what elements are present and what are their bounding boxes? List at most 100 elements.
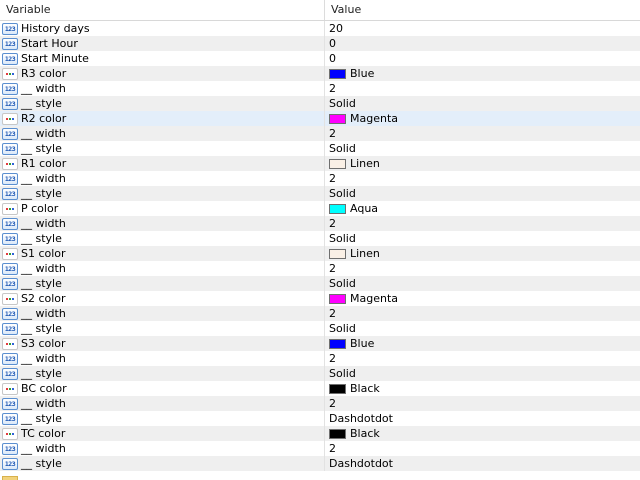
variable-cell: 123 __ width — [0, 351, 325, 366]
table-row[interactable]: S1 color Linen — [0, 246, 640, 261]
variable-name: R1 color — [21, 157, 67, 170]
variable-name: S1 color — [21, 247, 66, 260]
value-cell[interactable]: 2 — [325, 216, 640, 231]
value-text: Black — [350, 427, 380, 440]
table-row[interactable]: 123 __ style Solid — [0, 276, 640, 291]
numeric-param-icon: 123 — [2, 307, 18, 320]
table-row[interactable]: 123 __ width 2 — [0, 171, 640, 186]
variable-cell: S1 color — [0, 246, 325, 261]
value-cell[interactable]: Linen — [325, 156, 640, 171]
variable-cell: 123 __ width — [0, 261, 325, 276]
value-text: Dashdotdot — [329, 412, 393, 425]
variable-name: __ style — [21, 367, 62, 380]
variable-cell: 123 __ style — [0, 96, 325, 111]
value-text: Magenta — [350, 292, 399, 305]
table-row[interactable]: 123 History days 20 — [0, 21, 640, 36]
table-row[interactable]: BC color Black — [0, 381, 640, 396]
variable-name: __ width — [21, 442, 66, 455]
value-cell[interactable]: 0 — [325, 51, 640, 66]
value-cell[interactable]: Dashdotdot — [325, 411, 640, 426]
value-cell[interactable]: 2 — [325, 306, 640, 321]
value-cell[interactable]: 2 — [325, 81, 640, 96]
value-cell[interactable]: Solid — [325, 231, 640, 246]
color-swatch — [329, 203, 346, 214]
value-cell[interactable]: Blue — [325, 336, 640, 351]
value-cell[interactable]: 0 — [325, 36, 640, 51]
table-row[interactable]: R3 color Blue — [0, 66, 640, 81]
column-header-value[interactable]: Value — [325, 0, 640, 20]
table-row[interactable]: 123 __ style Solid — [0, 96, 640, 111]
value-cell[interactable]: Solid — [325, 96, 640, 111]
value-cell[interactable]: Black — [325, 426, 640, 441]
table-row[interactable]: 123 __ width 2 — [0, 441, 640, 456]
table-row[interactable]: R2 color Magenta — [0, 111, 640, 126]
table-row[interactable]: 123 __ width 2 — [0, 126, 640, 141]
value-cell[interactable]: Blue — [325, 66, 640, 81]
table-row[interactable]: R1 color Linen — [0, 156, 640, 171]
variable-cell: R2 color — [0, 111, 325, 126]
numeric-param-icon: 123 — [2, 397, 18, 410]
value-cell[interactable]: 2 — [325, 126, 640, 141]
value-cell[interactable]: Black — [325, 381, 640, 396]
grid-rows: 123 History days 20 123 Start Hour 0 123 Start … — [0, 21, 640, 471]
value-cell[interactable]: 2 — [325, 261, 640, 276]
variable-cell: 123 __ style — [0, 186, 325, 201]
value-cell[interactable]: Linen — [325, 246, 640, 261]
value-cell[interactable]: 2 — [325, 171, 640, 186]
value-text: 2 — [329, 262, 336, 275]
value-cell[interactable]: Aqua — [325, 201, 640, 216]
table-row[interactable]: 123 __ width 2 — [0, 261, 640, 276]
value-cell[interactable]: Solid — [325, 276, 640, 291]
value-cell[interactable]: Solid — [325, 141, 640, 156]
table-row[interactable]: 123 Start Hour 0 — [0, 36, 640, 51]
value-text: Solid — [329, 187, 356, 200]
variable-name: BC color — [21, 382, 67, 395]
value-cell[interactable]: Solid — [325, 321, 640, 336]
value-cell[interactable]: 2 — [325, 441, 640, 456]
value-text: 0 — [329, 52, 336, 65]
table-row[interactable]: 123 __ style Solid — [0, 321, 640, 336]
color-param-icon — [2, 112, 18, 125]
numeric-param-icon: 123 — [2, 367, 18, 380]
numeric-param-icon: 123 — [2, 97, 18, 110]
table-row[interactable]: 123 __ style Solid — [0, 366, 640, 381]
variable-cell: 123 __ style — [0, 321, 325, 336]
color-param-icon — [2, 67, 18, 80]
value-cell[interactable]: Magenta — [325, 111, 640, 126]
variable-cell: 123 __ width — [0, 441, 325, 456]
variable-cell: BC color — [0, 381, 325, 396]
table-row[interactable]: 123 __ width 2 — [0, 396, 640, 411]
table-row[interactable]: 123 __ width 2 — [0, 306, 640, 321]
variable-cell: 123 __ style — [0, 141, 325, 156]
value-cell[interactable]: Solid — [325, 366, 640, 381]
table-row[interactable]: S3 color Blue — [0, 336, 640, 351]
color-swatch — [329, 428, 346, 439]
table-row[interactable]: 123 __ style Dashdotdot — [0, 456, 640, 471]
value-cell[interactable]: Magenta — [325, 291, 640, 306]
table-row[interactable]: 123 __ width 2 — [0, 351, 640, 366]
variable-name: __ width — [21, 172, 66, 185]
numeric-param-icon: 123 — [2, 22, 18, 35]
table-row[interactable]: 123 __ width 2 — [0, 81, 640, 96]
table-row[interactable]: TC color Black — [0, 426, 640, 441]
variable-cell: 123 __ style — [0, 231, 325, 246]
table-row[interactable]: 123 __ style Solid — [0, 141, 640, 156]
table-row[interactable]: 123 __ style Dashdotdot — [0, 411, 640, 426]
table-row[interactable]: 123 __ style Solid — [0, 186, 640, 201]
column-header-variable[interactable]: Variable — [0, 0, 325, 20]
variable-name: __ width — [21, 262, 66, 275]
table-row[interactable]: 123 __ width 2 — [0, 216, 640, 231]
table-row[interactable]: S2 color Magenta — [0, 291, 640, 306]
variable-name: __ width — [21, 352, 66, 365]
table-row[interactable]: 123 Start Minute 0 — [0, 51, 640, 66]
value-cell[interactable]: Solid — [325, 186, 640, 201]
table-row[interactable]: P color Aqua — [0, 201, 640, 216]
value-cell[interactable]: Dashdotdot — [325, 456, 640, 471]
value-cell[interactable]: 2 — [325, 351, 640, 366]
value-cell[interactable]: 20 — [325, 21, 640, 36]
table-row[interactable]: 123 __ style Solid — [0, 231, 640, 246]
value-text: Solid — [329, 322, 356, 335]
color-param-icon — [2, 247, 18, 260]
numeric-param-icon: 123 — [2, 232, 18, 245]
value-cell[interactable]: 2 — [325, 396, 640, 411]
